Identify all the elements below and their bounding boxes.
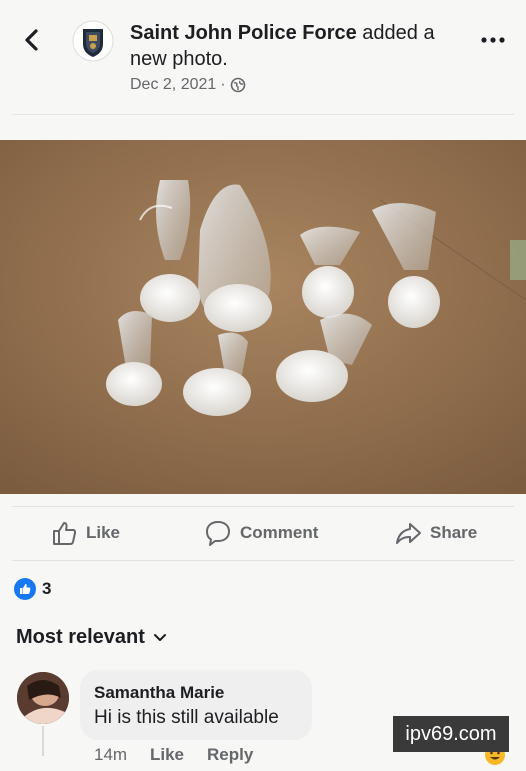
comment-bubble-icon (206, 521, 230, 546)
photo-content (0, 140, 526, 494)
comment-time[interactable]: 14m (94, 745, 127, 765)
actions-divider-bottom (12, 560, 514, 561)
police-badge-logo (72, 20, 114, 62)
post-photo[interactable] (0, 140, 526, 494)
like-button[interactable]: Like (50, 518, 120, 548)
profile-photo (17, 672, 69, 724)
actions-divider-top (12, 506, 514, 507)
post-meta: Dec 2, 2021 · (130, 76, 246, 94)
page-name-link[interactable]: Saint John Police Force (130, 22, 357, 44)
reaction-count: 3 (42, 579, 52, 598)
reactions-summary[interactable]: 3 (14, 578, 51, 600)
comment-reply-button[interactable]: Reply (207, 745, 253, 765)
watermark: ipv69.com (393, 716, 509, 752)
comment-label: Comment (240, 523, 319, 542)
comment-button[interactable]: Comment (204, 518, 318, 548)
like-reaction-icon (14, 578, 36, 600)
like-label: Like (86, 523, 121, 542)
share-button[interactable]: Share (394, 518, 477, 548)
comment-text: Hi is this still available (94, 707, 279, 728)
share-label: Share (430, 523, 478, 542)
thread-line (42, 726, 44, 756)
chevron-left-icon (25, 29, 38, 51)
share-arrow-icon (396, 523, 421, 544)
comment-sort-dropdown[interactable]: Most relevant (16, 626, 167, 649)
comment-like-button[interactable]: Like (150, 745, 184, 765)
more-options-button[interactable] (478, 30, 508, 50)
sort-label: Most relevant (16, 626, 145, 648)
chevron-down-icon (153, 633, 166, 641)
comment-author[interactable]: Samantha Marie (94, 683, 224, 703)
globe-icon (230, 77, 245, 93)
comment-bubble (80, 670, 312, 740)
thumbs-up-icon (53, 522, 77, 545)
more-horizontal-icon (481, 37, 505, 43)
page-avatar[interactable] (72, 20, 114, 62)
post-date[interactable]: Dec 2, 2021 (130, 76, 216, 94)
post-header-text: Saint John Police Force added a new phot… (130, 20, 460, 72)
header-divider (12, 114, 514, 115)
meta-separator: · (220, 76, 226, 93)
back-button[interactable] (14, 22, 50, 58)
commenter-avatar[interactable] (17, 672, 69, 724)
